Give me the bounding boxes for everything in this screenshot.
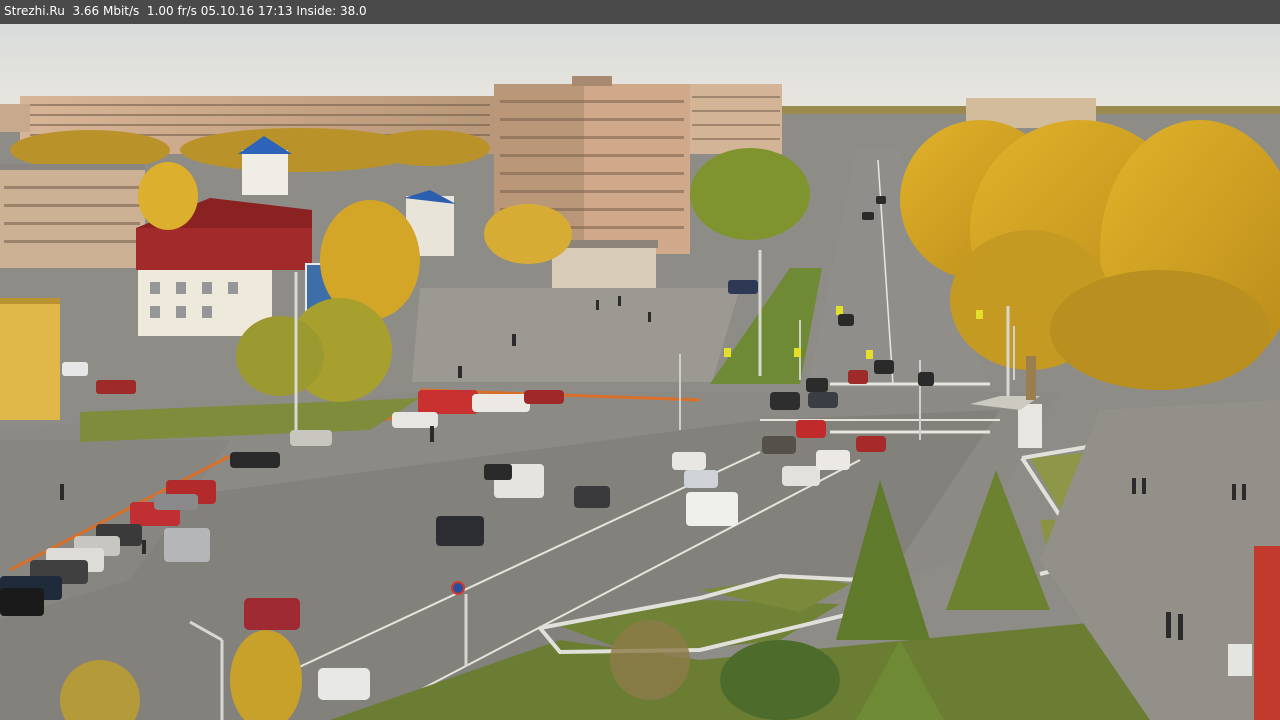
left-apartment-building [0, 164, 145, 268]
camera-status-bar: Strezhi.Ru 3.66 Mbit/s 1.00 fr/s 05.10.1… [0, 0, 1280, 24]
green-trees-center [690, 148, 810, 240]
webcam-city-view [0, 24, 1280, 720]
golden-tree-center [484, 204, 572, 264]
golden-tree-left [138, 162, 198, 230]
red-sign-bottom-right [1254, 546, 1280, 720]
trash-bin [1228, 644, 1252, 676]
city-square-photo [0, 24, 1280, 720]
pavilion-building [552, 246, 656, 290]
yellow-building [0, 298, 60, 420]
camera-status-text: Strezhi.Ru 3.66 Mbit/s 1.00 fr/s 05.10.1… [4, 4, 367, 18]
